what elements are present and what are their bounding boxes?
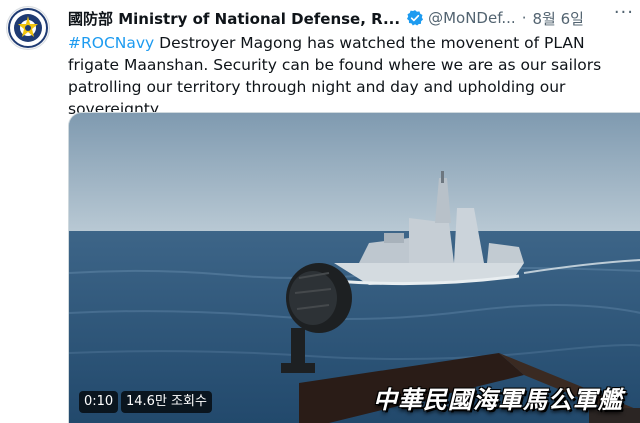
verified-badge-icon (407, 10, 424, 26)
video-view-count: 14.6만 조회수 (121, 391, 212, 413)
tweet[interactable]: 國防部 Ministry of National Defense, R... @… (0, 0, 640, 423)
video-subtitle-caption: 中華民國海軍馬公軍艦 (373, 385, 623, 414)
author-handle[interactable]: @MoNDef... (428, 9, 516, 27)
tweet-date[interactable]: 8월 6일 (532, 8, 583, 29)
tweet-text: #ROCNavy Destroyer Magong has watched th… (68, 32, 634, 120)
tweet-header: 國防部 Ministry of National Defense, R... @… (68, 7, 632, 29)
more-options-icon[interactable]: ··· (614, 2, 634, 23)
separator-dot: · (521, 9, 527, 27)
author-name[interactable]: 國防部 Ministry of National Defense, R... (68, 8, 400, 29)
hashtag-link[interactable]: #ROCNavy (68, 34, 154, 52)
sky (69, 113, 640, 233)
ministry-emblem-icon (8, 8, 48, 48)
avatar[interactable] (6, 6, 50, 50)
video-player[interactable]: 0:10 14.6만 조회수 中華民國海軍馬公軍艦 (68, 112, 640, 423)
video-frame (69, 113, 640, 423)
video-duration: 0:10 (79, 391, 119, 413)
